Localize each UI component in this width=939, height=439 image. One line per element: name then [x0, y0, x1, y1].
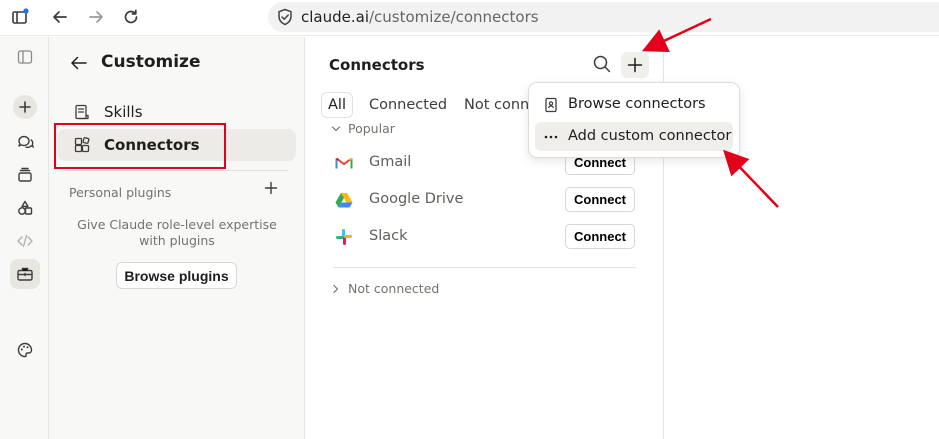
tab-actions-icon[interactable]	[8, 5, 32, 29]
plus-icon	[627, 57, 643, 73]
search-icon[interactable]	[592, 54, 612, 74]
group-label-text: Not connected	[348, 281, 440, 296]
personal-plugins-label: Personal plugins	[69, 185, 172, 200]
code-icon[interactable]	[10, 226, 40, 256]
back-arrow-icon[interactable]	[69, 53, 89, 73]
tab-all[interactable]: All	[321, 92, 353, 118]
add-connector-button[interactable]	[621, 52, 649, 78]
connect-button-google-drive[interactable]: Connect	[565, 187, 635, 212]
new-chat-icon[interactable]	[13, 95, 37, 119]
menu-item-label: Browse connectors	[568, 96, 706, 112]
url-path: /customize/connectors	[369, 8, 539, 26]
chats-icon[interactable]	[10, 127, 40, 157]
connect-button-slack[interactable]: Connect	[565, 224, 635, 249]
sidebar-divider	[65, 170, 288, 171]
slack-logo-icon	[336, 229, 352, 245]
chevron-down-icon	[331, 125, 341, 131]
toggle-sidebar-icon[interactable]	[10, 42, 40, 72]
url-text: claude.ai/customize/connectors	[301, 8, 539, 26]
customize-sidebar: Customize Skills Connectors Personal plu…	[49, 37, 305, 439]
url-domain: claude.ai	[301, 8, 369, 26]
annotation-arrow-bottom	[723, 149, 779, 208]
address-bar[interactable]: claude.ai/customize/connectors	[268, 2, 939, 32]
skills-icon	[75, 104, 89, 120]
add-connector-menu: Browse connectors Add custom connector	[528, 82, 740, 158]
page-title: Customize	[101, 52, 201, 72]
google-drive-logo-icon	[335, 193, 353, 208]
book-icon	[545, 97, 557, 113]
artifacts-icon[interactable]	[10, 193, 40, 223]
highlight-box	[54, 123, 226, 169]
menu-item-label: Add custom connector	[568, 128, 732, 144]
sidebar-item-label: Skills	[104, 103, 143, 121]
add-plugin-icon[interactable]	[262, 181, 280, 199]
popular-group-toggle[interactable]: Popular	[330, 121, 395, 136]
menu-item-add-custom-connector[interactable]: Add custom connector	[535, 122, 733, 151]
gmail-logo-icon	[335, 157, 353, 169]
not-connected-group-toggle[interactable]: Not connected	[330, 281, 439, 296]
palette-icon[interactable]	[10, 335, 40, 365]
connector-name: Gmail	[369, 154, 412, 170]
icon-rail	[0, 37, 49, 439]
menu-item-browse-connectors[interactable]: Browse connectors	[535, 90, 733, 119]
plugins-description: Give Claude role-level expertise with pl…	[77, 217, 277, 248]
connector-name: Slack	[369, 228, 408, 244]
group-label-text: Popular	[348, 121, 395, 136]
connector-row-google-drive: Google Drive Connect	[333, 185, 637, 215]
connector-name: Google Drive	[369, 191, 464, 207]
browse-plugins-button[interactable]: Browse plugins	[116, 262, 237, 289]
forward-icon[interactable]	[84, 5, 108, 29]
reload-icon[interactable]	[119, 5, 143, 29]
more-dots-icon	[544, 135, 558, 139]
list-divider	[333, 267, 636, 268]
site-security-icon[interactable]	[275, 7, 295, 27]
tab-connected[interactable]: Connected	[369, 92, 447, 118]
connector-row-slack: Slack Connect	[333, 222, 637, 252]
back-icon[interactable]	[48, 5, 72, 29]
browser-toolbar: claude.ai/customize/connectors	[0, 0, 939, 36]
customize-icon[interactable]	[10, 259, 40, 289]
chevron-right-icon	[333, 284, 339, 293]
panel-title: Connectors	[329, 56, 425, 74]
projects-icon[interactable]	[10, 160, 40, 190]
